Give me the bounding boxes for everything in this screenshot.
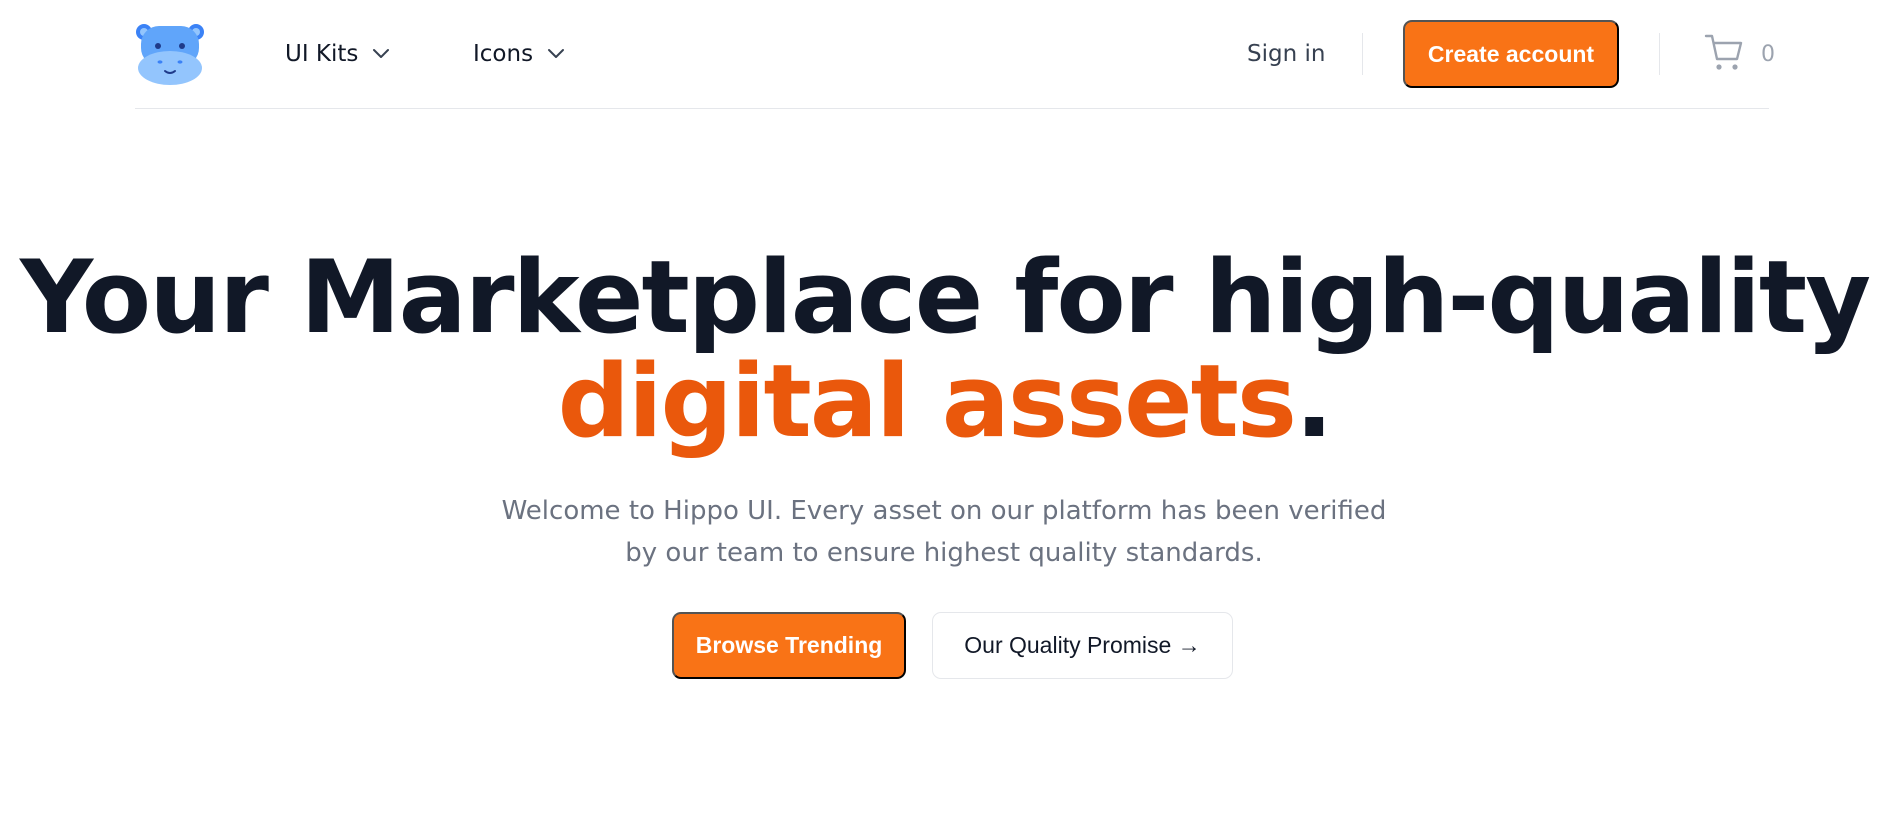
create-account-button[interactable]: Create account — [1403, 20, 1619, 88]
nav-divider — [1362, 33, 1363, 75]
cart-button[interactable]: 0 — [1703, 32, 1775, 76]
hero-title-accent: digital assets — [557, 342, 1297, 460]
hero-title: Your Marketplace for high-quality digita… — [0, 245, 1889, 453]
browse-trending-button[interactable]: Browse Trending — [672, 612, 906, 679]
sign-in-link[interactable]: Sign in — [1247, 34, 1325, 74]
cart-icon — [1703, 31, 1745, 77]
cart-count: 0 — [1761, 41, 1775, 67]
nav-divider — [1659, 33, 1660, 75]
hero-title-text: Your Marketplace for high-quality — [19, 238, 1871, 356]
hero-subtitle: Welcome to Hippo UI. Every asset on our … — [501, 496, 1387, 568]
nav-menu-label: Icons — [473, 41, 534, 67]
chevron-down-icon — [547, 48, 565, 60]
chevron-down-icon — [372, 48, 390, 60]
hero-title-end: . — [1294, 342, 1333, 460]
quality-promise-button[interactable]: Our Quality Promise → — [932, 612, 1233, 679]
nav-menu-icons[interactable]: Icons — [473, 34, 565, 74]
nav-menu-ui-kits[interactable]: UI Kits — [285, 34, 390, 74]
navbar: UI Kits Icons Sign in Create account 0 — [135, 0, 1775, 109]
nav-menu-label: UI Kits — [285, 41, 359, 67]
hippo-logo-icon[interactable] — [135, 20, 205, 86]
